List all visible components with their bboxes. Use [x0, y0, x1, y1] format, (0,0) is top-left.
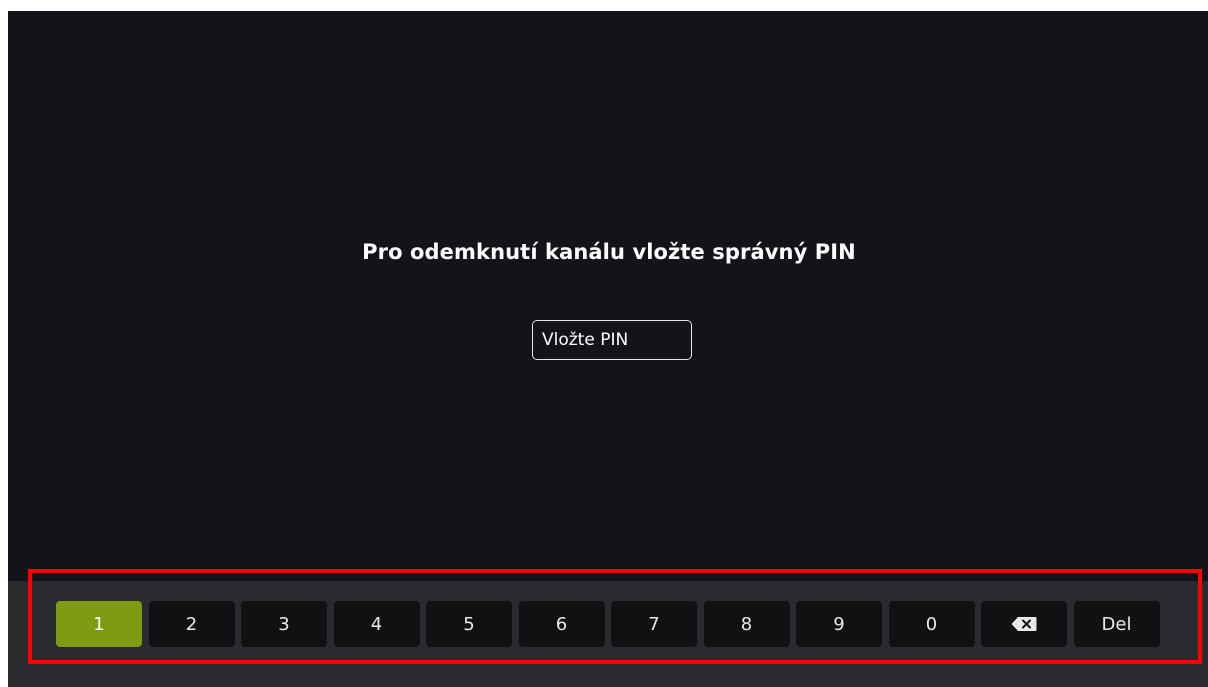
pin-prompt-title: Pro odemknutí kanálu vložte správný PIN [362, 240, 856, 264]
key-3[interactable]: 3 [241, 601, 327, 647]
key-7[interactable]: 7 [611, 601, 697, 647]
key-1[interactable]: 1 [56, 601, 142, 647]
keypad-row: 1 2 3 4 5 6 7 8 9 0 Del [56, 601, 1160, 647]
key-8[interactable]: 8 [703, 601, 790, 647]
key-9[interactable]: 9 [796, 601, 882, 647]
key-2[interactable]: 2 [148, 601, 235, 647]
key-4[interactable]: 4 [333, 601, 420, 647]
key-5[interactable]: 5 [426, 601, 512, 647]
key-0[interactable]: 0 [888, 601, 975, 647]
pin-input[interactable]: Vložte PIN [532, 320, 692, 360]
numeric-keyboard: 1 2 3 4 5 6 7 8 9 0 Del [8, 581, 1208, 687]
pin-unlock-screen: Pro odemknutí kanálu vložte správný PIN … [8, 11, 1208, 687]
backspace-key[interactable] [981, 601, 1067, 647]
key-6[interactable]: 6 [518, 601, 605, 647]
backspace-icon [1011, 617, 1037, 631]
delete-key[interactable]: Del [1073, 601, 1160, 647]
